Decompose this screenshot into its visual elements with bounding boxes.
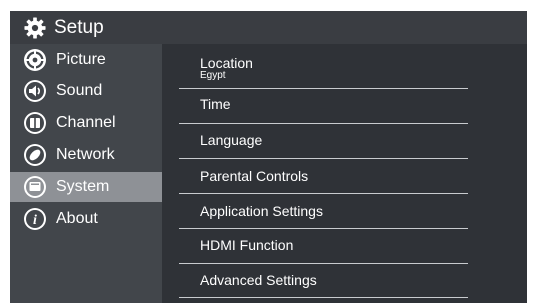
title-bar: Setup [10, 11, 527, 44]
sidebar: Picture Sound Channel Network System i A… [10, 44, 162, 303]
settings-menu: Location Egypt Time Language Parental Co… [162, 44, 527, 303]
divider [179, 88, 468, 89]
sidebar-item-label: Network [56, 146, 115, 163]
page-title: Setup [54, 16, 104, 38]
sidebar-item-sound[interactable]: Sound [10, 76, 162, 106]
divider [179, 123, 468, 124]
divider [179, 158, 468, 159]
divider [179, 297, 468, 298]
sidebar-item-label: Channel [56, 114, 116, 131]
picture-settings-icon [24, 49, 46, 71]
system-icon [24, 176, 46, 198]
sidebar-item-about[interactable]: i About [10, 204, 162, 234]
sidebar-item-label: Picture [56, 51, 106, 68]
divider [179, 263, 468, 264]
setup-window: Setup Picture Sound Channel Network Syst… [10, 11, 527, 303]
sidebar-item-channel[interactable]: Channel [10, 108, 162, 138]
sidebar-item-label: About [56, 210, 98, 227]
menu-item-advanced-settings[interactable]: Advanced Settings [200, 272, 464, 288]
menu-item-label: Location [200, 55, 253, 71]
divider [179, 228, 468, 229]
sidebar-item-network[interactable]: Network [10, 140, 162, 170]
channel-icon [24, 112, 46, 134]
menu-item-application-settings[interactable]: Application Settings [200, 203, 464, 219]
menu-item-parental-controls[interactable]: Parental Controls [200, 168, 464, 184]
divider [179, 193, 468, 194]
sidebar-item-label: System [56, 178, 110, 195]
sidebar-item-picture[interactable]: Picture [10, 45, 162, 75]
menu-item-label: Parental Controls [200, 168, 309, 184]
menu-item-label: Advanced Settings [200, 272, 317, 288]
gear-icon [24, 16, 46, 39]
speaker-icon [24, 80, 46, 102]
info-icon: i [24, 208, 46, 230]
sidebar-item-label: Sound [56, 82, 103, 99]
network-icon [24, 144, 46, 166]
menu-item-hdmi-function[interactable]: HDMI Function [200, 237, 464, 253]
sidebar-item-system[interactable]: System [10, 172, 162, 202]
menu-item-language[interactable]: Language [200, 132, 464, 148]
menu-item-label: Time [200, 96, 231, 112]
menu-item-label: Application Settings [200, 203, 323, 219]
location-value: Egypt [200, 70, 226, 81]
menu-item-label: Language [200, 132, 263, 148]
menu-item-label: HDMI Function [200, 237, 294, 253]
svg-text:i: i [33, 213, 37, 228]
menu-item-time[interactable]: Time [200, 96, 464, 112]
menu-item-location[interactable]: Location Egypt [200, 55, 464, 81]
